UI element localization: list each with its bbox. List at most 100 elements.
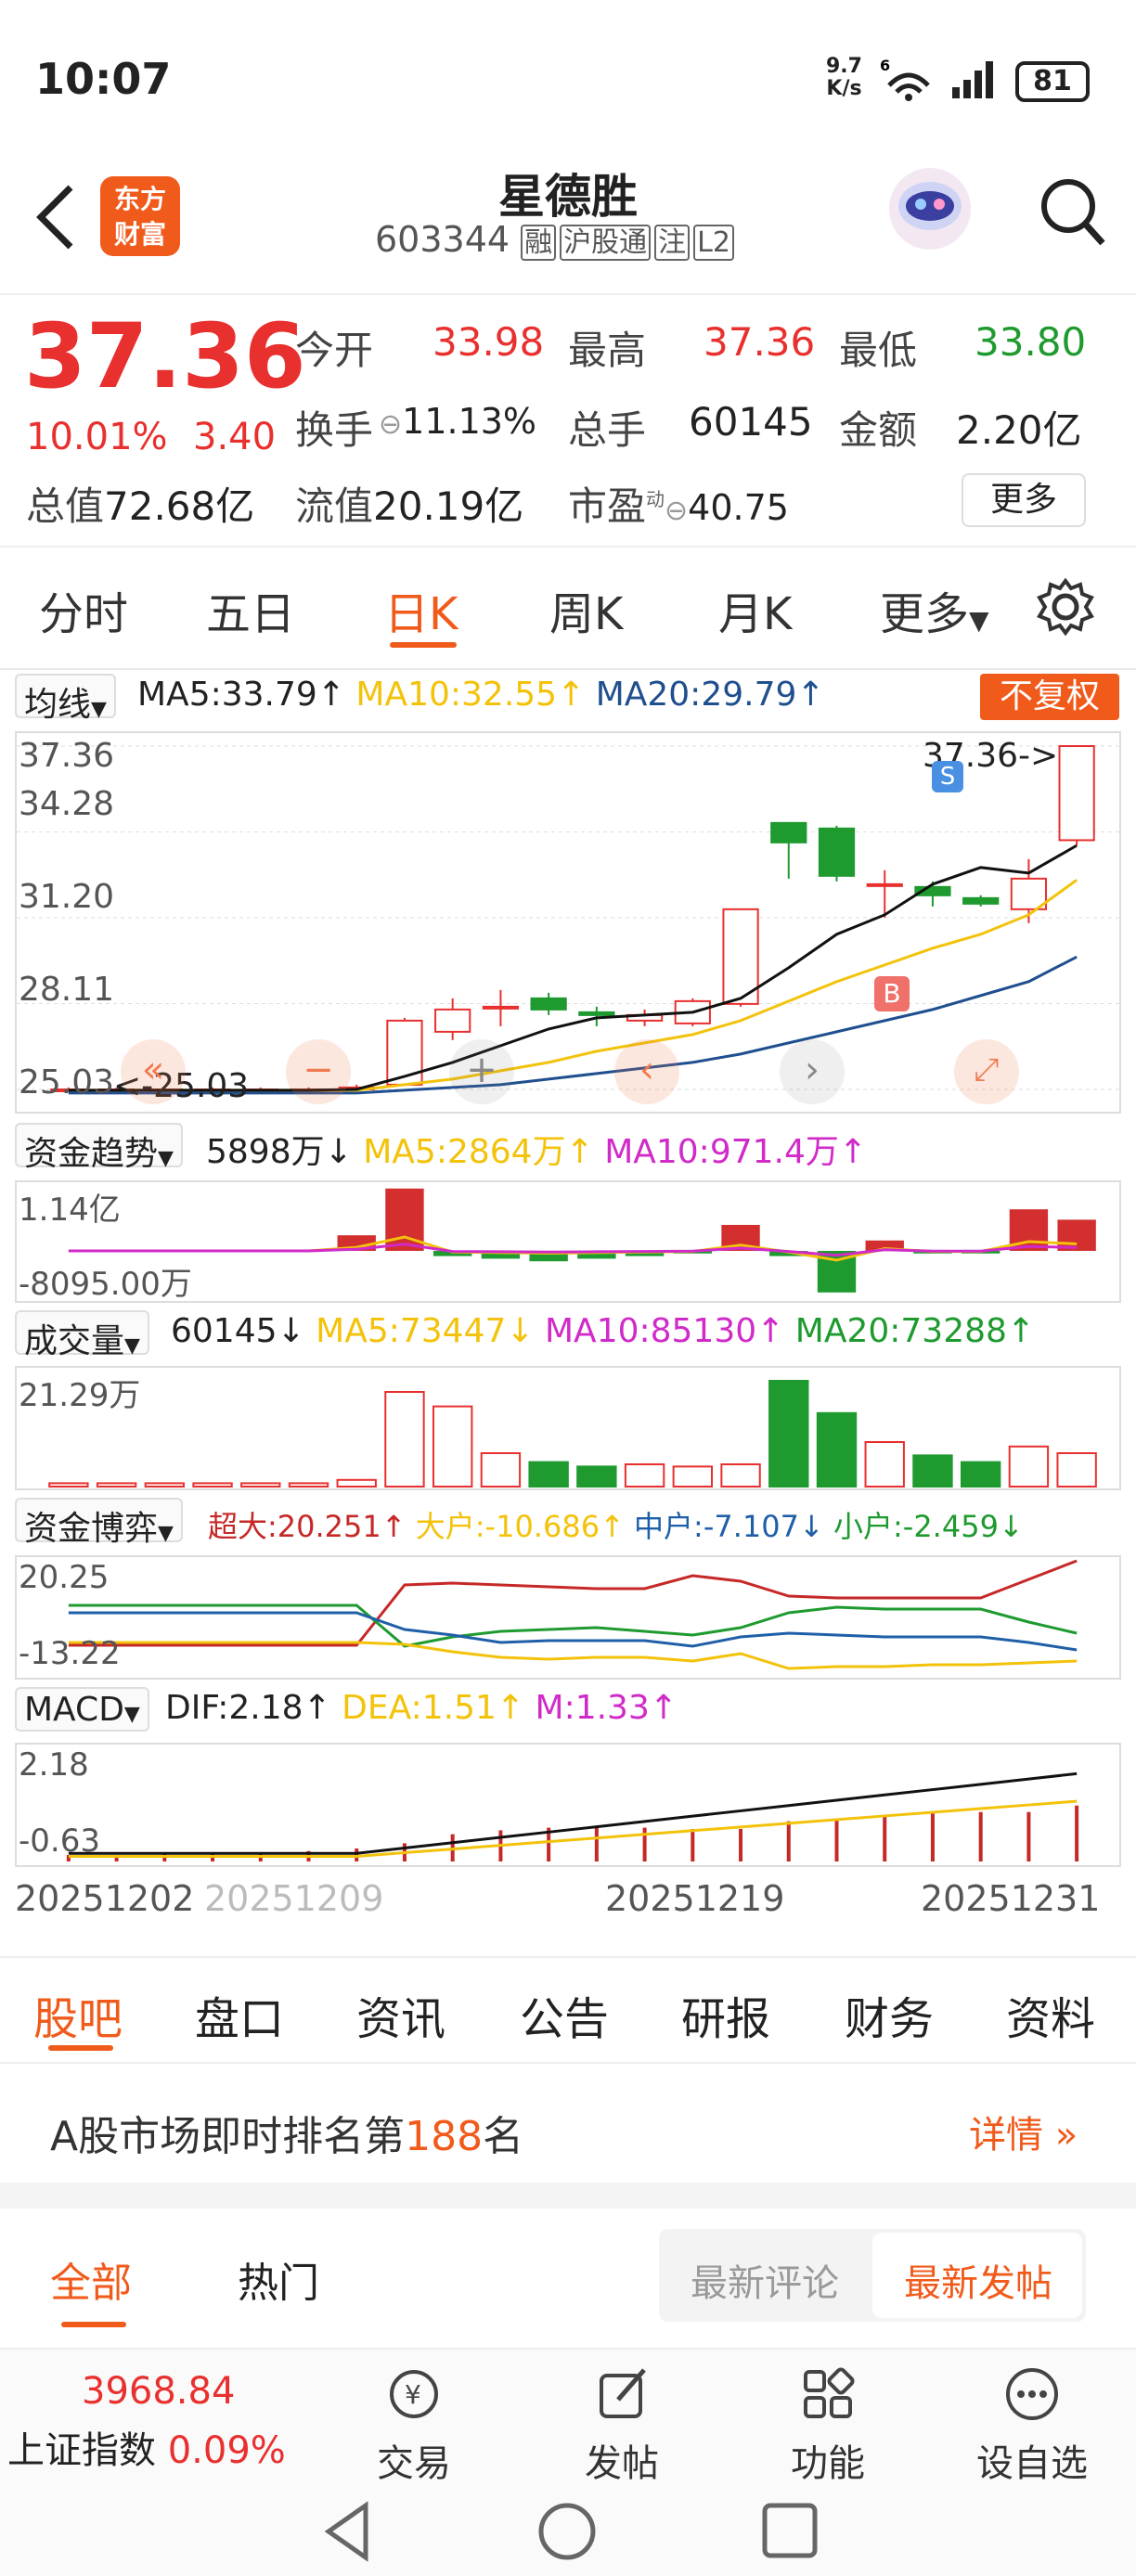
zoom-in-button[interactable]: + (449, 1039, 514, 1104)
buy-signal-badge[interactable]: B (874, 976, 910, 1011)
sell-signal-badge[interactable]: S (932, 761, 963, 792)
settings-gear-icon[interactable] (1036, 577, 1095, 637)
ma5-line (68, 844, 1078, 1092)
battery-icon: 81 (1015, 61, 1090, 102)
volume-bar (864, 1441, 905, 1488)
trade-icon: ¥ (390, 2370, 438, 2418)
tab-five-day[interactable]: 五日 (206, 577, 295, 642)
axis-label: 1.14亿 (19, 1191, 121, 1229)
info-icon: ⊖ (379, 408, 403, 441)
back-arrow-icon[interactable] (33, 180, 80, 254)
macd-selector[interactable]: MACD▼ (15, 1687, 149, 1732)
tab-hot[interactable]: 热门 (238, 2249, 319, 2309)
tab-indicator (390, 642, 457, 648)
nav-functions[interactable]: 功能 (754, 2364, 902, 2487)
tab-research[interactable]: 研报 (681, 1982, 770, 2047)
tab-daily-k[interactable]: 日K (384, 577, 458, 642)
high-label: 最高 (568, 328, 647, 373)
index-value[interactable]: 3968.84 (82, 2370, 235, 2413)
rank-bar[interactable]: A股市场即时排名第188名 详情 » (0, 2066, 1136, 2183)
network-speed: 9.7 K/s (826, 55, 862, 100)
scroll-left-button[interactable]: ‹ (614, 1039, 679, 1104)
nav-post[interactable]: 发帖 (548, 2364, 696, 2487)
ma20-value: MA20:29.79 (595, 676, 797, 714)
tab-news[interactable]: 资讯 (356, 1982, 445, 2047)
nav-add-watchlist[interactable]: 设自选 (958, 2364, 1106, 2487)
stock-name: 星德胜 (498, 170, 638, 224)
rewind-button[interactable]: « (121, 1039, 186, 1104)
detail-link[interactable]: 详情 » (969, 2105, 1078, 2158)
volume-chart[interactable]: 21.29万 (15, 1366, 1121, 1490)
adjust-toggle[interactable]: 不复权 (980, 674, 1119, 720)
scroll-right-button[interactable]: › (780, 1039, 845, 1104)
date-label: 20251219 (605, 1878, 785, 1919)
volume-bar (288, 1482, 329, 1488)
tab-guba[interactable]: 股吧 (33, 1982, 123, 2047)
ma-values: MA5:33.79↑ MA10:32.55↑ MA20:29.79↑ (137, 676, 825, 714)
stock-code: 603344 (375, 219, 510, 260)
nav-trade[interactable]: ¥ 交易 (340, 2364, 488, 2487)
tab-intraday[interactable]: 分时 (39, 577, 128, 642)
index-name-row[interactable]: 上证指数 0.09% (7, 2420, 286, 2474)
tab-finance[interactable]: 财务 (845, 1982, 934, 2047)
fund-game-chart[interactable]: 20.25 -13.22 (15, 1555, 1121, 1680)
fund-ma5-line (68, 1235, 1078, 1262)
more-dots-icon (1006, 2368, 1058, 2420)
more-button[interactable]: 更多 (962, 473, 1086, 527)
price-axis-label: 25.03 (19, 1063, 115, 1101)
current-price: 37.36 (24, 304, 306, 408)
sort-latest-post[interactable]: 最新发帖 (904, 2253, 1052, 2307)
nav-home-icon[interactable] (535, 2498, 600, 2563)
axis-label: 2.18 (19, 1746, 89, 1784)
nav-recents-icon[interactable] (757, 2498, 822, 2563)
volume-svg (48, 1380, 1097, 1488)
price-axis-label: 31.20 (19, 878, 115, 916)
eastmoney-logo[interactable]: 东方 财富 (100, 176, 180, 256)
rank-text: A股市场即时排名第188名 (50, 2113, 524, 2160)
kline-chart[interactable]: 37.36 34.28 31.20 28.11 25.03 <-25.03 37… (15, 731, 1121, 1114)
axis-label: -0.63 (19, 1823, 100, 1860)
divider (0, 2183, 1136, 2209)
svg-text:¥: ¥ (405, 2379, 421, 2410)
tab-profile[interactable]: 资料 (1006, 1982, 1095, 2047)
sort-latest-comment[interactable]: 最新评论 (691, 2253, 839, 2307)
ma10-line (68, 879, 1078, 1092)
fund-trend-chart[interactable]: 1.14亿 -8095.00万 (15, 1180, 1121, 1303)
grid-icon (804, 2367, 855, 2418)
candle-body (578, 1011, 615, 1016)
low-label: 最低 (839, 328, 918, 373)
open-value: 33.98 (432, 319, 545, 365)
volume-bar (336, 1478, 377, 1488)
volume-values: 60145↓ MA5:73447↓ MA10:85130↑ MA20:73288… (171, 1312, 1036, 1350)
volume-bar (96, 1482, 137, 1488)
date-label: 20251231 (921, 1878, 1101, 1919)
network-type: 6 (880, 58, 890, 74)
tab-weekly-k[interactable]: 周K (549, 577, 623, 642)
nav-back-icon[interactable] (319, 2498, 375, 2563)
fund-game-values: 超大:20.251↑ 大户:-10.686↑ 中户:-7.107↓ 小户:-2.… (208, 1509, 1024, 1544)
tab-monthly-k[interactable]: 月K (718, 577, 792, 642)
fund-trend-values: 5898万↓ MA5:2864万↑ MA10:971.4万↑ (206, 1133, 868, 1171)
tab-indicator (48, 2045, 113, 2051)
zoom-out-button[interactable]: − (286, 1039, 351, 1104)
stock-code-row: 603344 融沪股通注 L2 (375, 219, 734, 261)
date-label: 20251209 (204, 1878, 384, 1919)
robot-avatar-icon[interactable] (884, 158, 976, 260)
signal-icon (952, 61, 993, 98)
volume-bar (1008, 1445, 1050, 1488)
fund-game-selector[interactable]: 资金博弈▼ (15, 1498, 183, 1548)
volume-bar (1056, 1452, 1097, 1488)
fullscreen-icon[interactable]: ⤢ (954, 1039, 1019, 1104)
macd-chart[interactable]: 2.18 -0.63 (15, 1743, 1121, 1867)
ma-selector[interactable]: 均线▼ (15, 674, 116, 724)
fund-trend-selector[interactable]: 资金趋势▼ (15, 1123, 183, 1173)
tab-more[interactable]: 更多▼ (880, 577, 989, 642)
tab-announcements[interactable]: 公告 (520, 1982, 609, 2047)
edit-icon (600, 2368, 646, 2418)
candle-body (770, 821, 807, 844)
volume-selector[interactable]: 成交量▼ (15, 1310, 149, 1360)
search-icon[interactable] (1036, 171, 1110, 254)
axis-label: 20.25 (19, 1559, 110, 1596)
tab-order-book[interactable]: 盘口 (195, 1982, 284, 2047)
tab-all[interactable]: 全部 (50, 2249, 132, 2309)
